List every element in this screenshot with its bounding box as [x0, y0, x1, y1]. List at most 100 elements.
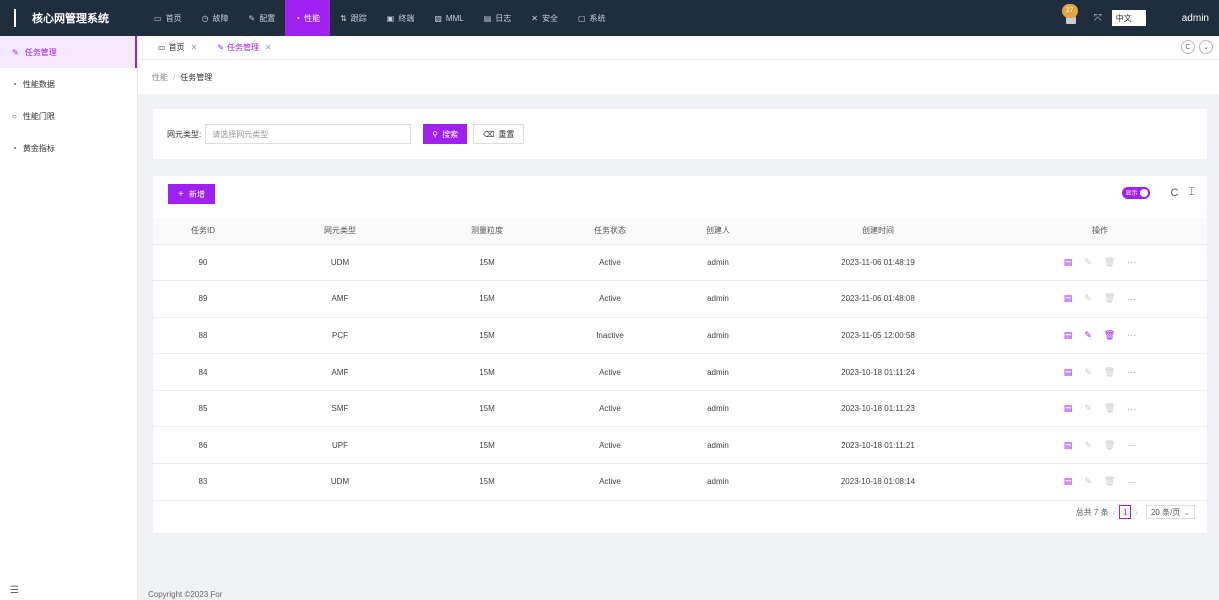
- user-menu[interactable]: admin: [1182, 13, 1209, 24]
- reset-button[interactable]: ⌫ 重置: [473, 124, 525, 144]
- status-cell: Active: [547, 244, 673, 282]
- sidebar-item-performance-threshold[interactable]: ○ 性能门限: [0, 100, 137, 132]
- view-icon[interactable]: ▤: [1064, 403, 1073, 414]
- tabs-tools: C ⌄: [1177, 40, 1213, 54]
- page-size-select[interactable]: 20 条/页 ⌄: [1145, 505, 1195, 519]
- trash-icon[interactable]: 🗑: [1104, 440, 1115, 451]
- trash-icon[interactable]: 🗑: [1104, 257, 1115, 268]
- row-actions: ▤ ✎ 🗑 ···: [993, 403, 1207, 414]
- prev-page-icon[interactable]: ‹: [1113, 508, 1116, 517]
- table-row: 89 AMF 15M Active admin 2023-11-06 01:48…: [153, 280, 1207, 318]
- nav-trace[interactable]: ⇅ 跟踪: [330, 0, 377, 36]
- edit-icon[interactable]: ✎: [1084, 440, 1092, 451]
- add-button[interactable]: + 新增: [168, 184, 215, 204]
- view-icon[interactable]: ▤: [1064, 293, 1073, 304]
- sidebar-item-label: 性能数据: [22, 79, 55, 89]
- sidebar-item-performance-data[interactable]: ◔ 性能数据: [0, 68, 137, 100]
- total-count: 总共 7 条: [1075, 507, 1109, 517]
- language-select[interactable]: 中文: [1111, 10, 1146, 26]
- nav-mml[interactable]: ▧ MML: [424, 0, 473, 36]
- nav-home[interactable]: ▭ 首页: [144, 0, 192, 36]
- circle-icon: ○: [12, 111, 17, 121]
- view-icon[interactable]: ▤: [1064, 440, 1073, 451]
- trash-icon[interactable]: 🗑: [1104, 330, 1115, 341]
- edit-icon[interactable]: ✎: [1084, 257, 1092, 268]
- view-icon[interactable]: ▤: [1064, 476, 1073, 487]
- sidebar-item-label: 任务管理: [24, 47, 57, 57]
- edit-icon[interactable]: ✎: [1084, 367, 1092, 378]
- sidebar-item-task-management[interactable]: ✎ 任务管理: [0, 36, 137, 68]
- more-icon[interactable]: ···: [1127, 294, 1136, 304]
- close-icon[interactable]: ✕: [191, 43, 198, 52]
- footer-copyright: Copyright ©2023 For: [148, 590, 223, 599]
- more-icon[interactable]: ···: [1127, 404, 1136, 414]
- sidebar-item-golden-metrics[interactable]: ◔ 黄金指标: [0, 132, 137, 164]
- actions-cell: ▤ ✎ 🗑 ···: [993, 244, 1207, 282]
- row-actions: ▤ ✎ 🗑 ···: [993, 476, 1207, 487]
- actions-cell: ▤ ✎ 🗑 ···: [993, 463, 1207, 501]
- trash-icon[interactable]: 🗑: [1104, 476, 1115, 487]
- nav-label: 日志: [495, 13, 512, 23]
- nav-performance[interactable]: ◔ 性能: [285, 0, 331, 36]
- tab-task-management[interactable]: ✎ 任务管理 ✕: [209, 38, 279, 58]
- search-button[interactable]: ⚲ 搜索: [423, 124, 468, 144]
- created-time-cell: 2023-10-18 01:08:14: [763, 463, 993, 501]
- nav-system[interactable]: ▢ 系统: [568, 0, 616, 36]
- logo-mark: [14, 9, 16, 27]
- breadcrumb-separator: /: [173, 72, 176, 82]
- created-time-cell: 2023-10-18 01:11:23: [763, 390, 993, 428]
- edit-icon[interactable]: ✎: [1084, 476, 1092, 487]
- nav-log[interactable]: ▤ 日志: [474, 0, 522, 36]
- table-row: 84 AMF 15M Active admin 2023-10-18 01:11…: [153, 353, 1207, 391]
- more-icon[interactable]: ···: [1127, 367, 1136, 377]
- collapse-menu-icon[interactable]: ☰: [10, 585, 19, 596]
- edit-icon[interactable]: ✎: [1084, 330, 1092, 341]
- trash-icon[interactable]: 🗑: [1104, 403, 1115, 414]
- trash-icon[interactable]: 🗑: [1104, 367, 1115, 378]
- breadcrumb-parent[interactable]: 性能: [152, 72, 168, 83]
- system-icon: ▢: [577, 13, 586, 23]
- nav-label: 系统: [589, 13, 606, 23]
- refresh-icon[interactable]: C: [1170, 187, 1178, 199]
- row-actions: ▤ ✎ 🗑 ···: [993, 440, 1207, 451]
- edit-icon[interactable]: ✎: [1084, 293, 1092, 304]
- refresh-tab-icon[interactable]: C: [1181, 40, 1195, 54]
- column-header: 测量粒度: [427, 218, 547, 245]
- search-card: 网元类型: 请选择网元类型 ⚲ 搜索 ⌫ 重置: [153, 109, 1207, 159]
- nav-config[interactable]: ✎ 配置: [239, 0, 286, 36]
- chevron-down-icon[interactable]: ⌄: [1199, 40, 1213, 54]
- nav-label: 跟踪: [350, 13, 367, 23]
- view-icon[interactable]: ▤: [1064, 257, 1073, 268]
- nav-terminal[interactable]: ▣ 终端: [377, 0, 425, 36]
- more-icon[interactable]: ···: [1127, 257, 1136, 267]
- nav-label: 故障: [212, 13, 229, 23]
- sidebar-item-label: 黄金指标: [22, 143, 55, 153]
- nav-label: 安全: [541, 13, 558, 23]
- notification-bell-icon[interactable]: 17: [1061, 4, 1080, 26]
- column-header: 任务ID: [153, 218, 253, 245]
- next-page-icon[interactable]: ›: [1135, 508, 1138, 517]
- close-icon[interactable]: ✕: [265, 43, 272, 52]
- nav-label: 配置: [259, 13, 276, 23]
- edit-icon[interactable]: ✎: [1084, 403, 1092, 414]
- page-size-label: 20 条/页: [1150, 507, 1181, 517]
- view-icon[interactable]: ▤: [1064, 367, 1073, 378]
- nav-fault[interactable]: ◷ 故障: [192, 0, 239, 36]
- ne-type-select[interactable]: 请选择网元类型: [205, 124, 412, 144]
- view-icon[interactable]: ▤: [1064, 330, 1073, 341]
- ne-type-cell: UDM: [253, 244, 427, 282]
- actions-cell: ▤ ✎ 🗑 ···: [993, 390, 1207, 428]
- column-height-icon[interactable]: ⌶: [1188, 186, 1195, 199]
- trash-icon[interactable]: 🗑: [1104, 293, 1115, 304]
- tab-home[interactable]: ▭ 首页 ✕: [150, 38, 205, 58]
- row-actions: ▤ ✎ 🗑 ···: [993, 257, 1207, 268]
- more-icon[interactable]: ···: [1127, 440, 1136, 450]
- ne-type-cell: PCF: [253, 317, 427, 355]
- display-toggle[interactable]: 显示: [1122, 186, 1151, 199]
- task-id-cell: 86: [153, 426, 253, 465]
- page-number[interactable]: 1: [1119, 505, 1132, 519]
- fullscreen-icon[interactable]: ⤧: [1094, 13, 1102, 24]
- more-icon[interactable]: ···: [1127, 330, 1136, 340]
- nav-security[interactable]: ✕ 安全: [521, 0, 568, 36]
- more-icon[interactable]: ···: [1127, 477, 1136, 487]
